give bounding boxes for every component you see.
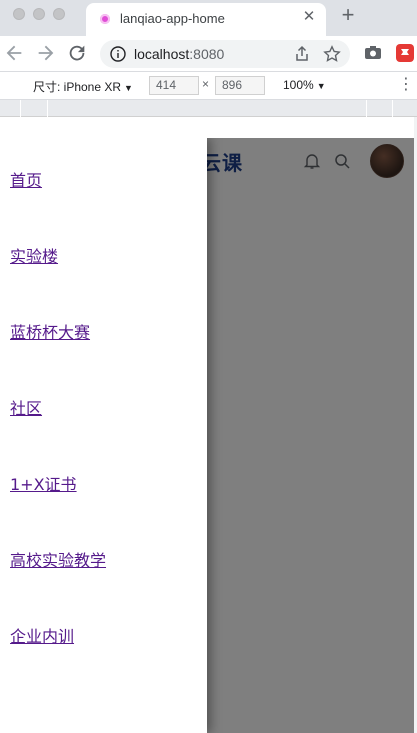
side-drawer: 首页 实验楼 蓝桥杯大赛 社区 1+X证书 高校实验教学 企业内训 — [0, 138, 207, 733]
camera-icon[interactable] — [364, 44, 382, 62]
back-icon[interactable] — [3, 42, 25, 64]
close-window-button[interactable] — [13, 8, 25, 20]
media-query-ruler — [0, 100, 417, 117]
tab-close-button[interactable]: ✕ — [300, 8, 318, 26]
browser-toolbar: localhost:8080 — [0, 36, 417, 72]
nav-link-certificate[interactable]: 1+X证书 — [10, 475, 77, 494]
device-label: 尺寸: iPhone XR — [33, 80, 122, 94]
url-host: localhost — [134, 46, 190, 62]
reload-icon[interactable] — [66, 42, 88, 64]
share-icon[interactable] — [293, 45, 311, 63]
drawer-item: 首页 — [10, 167, 207, 243]
device-height-input[interactable]: 896 — [215, 76, 265, 95]
drawer-menu: 首页 实验楼 蓝桥杯大赛 社区 1+X证书 高校实验教学 企业内训 — [0, 138, 207, 699]
nav-link-university[interactable]: 高校实验教学 — [10, 551, 106, 570]
nav-link-enterprise[interactable]: 企业内训 — [10, 627, 74, 646]
device-viewport: 桥云课 首页 实验楼 蓝桥杯大赛 社区 1+X证书 高校实验教学 企业内训 — [0, 138, 414, 733]
tab-title: lanqiao-app-home — [120, 11, 225, 26]
forward-icon[interactable] — [35, 42, 57, 64]
new-tab-button[interactable]: + — [337, 4, 359, 26]
caret-down-icon: ▼ — [316, 81, 326, 91]
drawer-item: 社区 — [10, 395, 207, 471]
nav-link-community[interactable]: 社区 — [10, 399, 42, 418]
ruler-segment[interactable] — [47, 100, 48, 117]
drawer-item: 1+X证书 — [10, 471, 207, 547]
drawer-item: 高校实验教学 — [10, 547, 207, 623]
extension-icon[interactable] — [396, 44, 414, 62]
device-toolbar: 尺寸: iPhone XR ▼ 414 × 896 100% ▼ ⋮ — [0, 72, 417, 100]
nav-link-lab[interactable]: 实验楼 — [10, 247, 58, 266]
drawer-item: 企业内训 — [10, 623, 207, 699]
browser-tab[interactable]: lanqiao-app-home ✕ — [86, 3, 326, 36]
ruler-segment[interactable] — [20, 100, 21, 117]
favicon-icon — [100, 14, 110, 24]
ruler-segment[interactable] — [366, 100, 367, 117]
device-width-input[interactable]: 414 — [149, 76, 199, 95]
ruler-segment[interactable] — [392, 100, 393, 117]
maximize-window-button[interactable] — [53, 8, 65, 20]
minimize-window-button[interactable] — [33, 8, 45, 20]
nav-link-home[interactable]: 首页 — [10, 171, 42, 190]
more-options-icon[interactable]: ⋮ — [398, 75, 414, 95]
site-info-icon[interactable] — [110, 46, 126, 62]
url-text: localhost:8080 — [134, 46, 224, 62]
drawer-item: 实验楼 — [10, 243, 207, 319]
bookmark-star-icon[interactable] — [323, 45, 341, 63]
nav-link-contest[interactable]: 蓝桥杯大赛 — [10, 323, 90, 342]
url-port: :8080 — [189, 46, 225, 62]
zoom-select[interactable]: 100% ▼ — [283, 78, 326, 92]
address-bar[interactable]: localhost:8080 — [100, 40, 350, 68]
caret-down-icon: ▼ — [124, 83, 133, 93]
browser-tab-strip: lanqiao-app-home ✕ + — [0, 0, 417, 36]
drawer-item: 蓝桥杯大赛 — [10, 319, 207, 395]
dimension-separator: × — [202, 77, 210, 91]
device-select[interactable]: 尺寸: iPhone XR ▼ — [33, 78, 133, 95]
zoom-label: 100% — [283, 78, 314, 92]
